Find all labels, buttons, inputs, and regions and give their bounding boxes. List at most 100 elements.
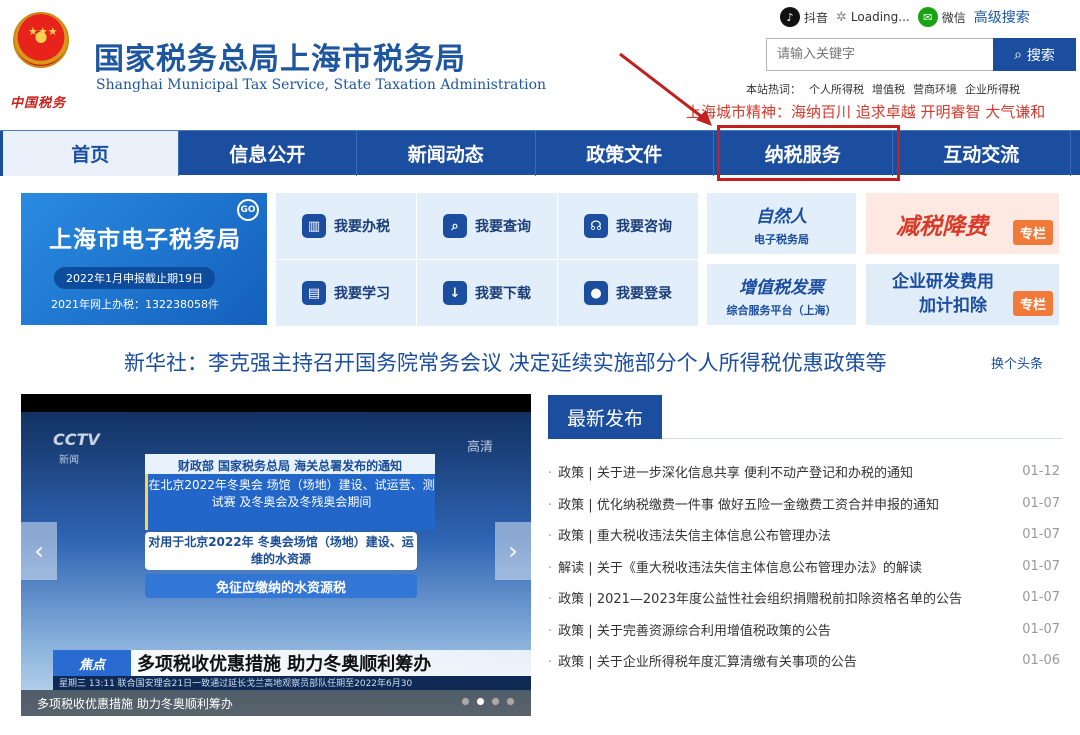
item-date: 01-07 xyxy=(1022,495,1060,511)
douyin-link[interactable]: ♪ 抖音 xyxy=(780,7,828,27)
nav-interaction[interactable]: 互动交流 xyxy=(893,131,1071,176)
list-item[interactable]: · 政策 | 重大税收违法失信主体信息公布管理办法 01-07 xyxy=(548,519,1060,551)
carousel-dot[interactable] xyxy=(461,697,470,706)
hotword-link[interactable]: 个人所得税 xyxy=(809,81,864,97)
latest-releases-tab[interactable]: 最新发布 xyxy=(548,395,662,439)
service-learn[interactable]: ▤ 我要学习 xyxy=(276,260,416,326)
annotation-arrow-icon xyxy=(619,52,712,126)
list-item[interactable]: · 政策 | 关于企业所得税年度汇算清缴有关事项的公告 01-06 xyxy=(548,645,1060,677)
service-login[interactable]: ● 我要登录 xyxy=(558,260,698,326)
city-spirit-text: 上海城市精神：海纳百川 追求卓越 开明睿智 大气谦和 xyxy=(686,103,1046,121)
promo-line: 企业研发费用 xyxy=(892,272,994,292)
hotword-link[interactable]: 增值税 xyxy=(872,81,905,97)
page: ★★★ 中国税务 国家税务总局上海市税务局 Shanghai Municipal… xyxy=(0,0,1080,735)
list-item[interactable]: · 解读 | 关于《重大税收违法失信主体信息公布管理办法》的解读 01-07 xyxy=(548,551,1060,583)
promo-line: 加计扣除 xyxy=(919,296,987,316)
carousel-prev-button[interactable]: ‹ xyxy=(21,522,57,580)
promo-title: 自然人 xyxy=(756,207,807,227)
carousel-top-bar xyxy=(21,394,531,412)
book-icon: ▤ xyxy=(302,281,326,305)
hd-tag: 高清 xyxy=(466,440,493,455)
item-date: 01-12 xyxy=(1022,464,1060,480)
nav-info-disclosure[interactable]: 信息公开 xyxy=(179,131,357,176)
promo-subtitle: 综合服务平台（上海） xyxy=(726,304,837,317)
item-title: · 解读 | 关于《重大税收违法失信主体信息公布管理办法》的解读 xyxy=(548,560,922,576)
stars-icon: ★★★ xyxy=(28,25,58,38)
etax-bureau-card[interactable]: GO 上海市电子税务局 2022年1月申报截止期19日 2021年网上办税：13… xyxy=(21,193,267,325)
top-links: ♪ 抖音 ✲ Loading... ✉ 微信 高级搜索 xyxy=(780,7,1030,27)
spinner-icon: ✲ xyxy=(836,9,847,25)
item-title: · 政策 | 关于完善资源综合利用增值税政策的公告 xyxy=(548,623,831,639)
list-item[interactable]: · 政策 | 关于完善资源综合利用增值税政策的公告 01-07 xyxy=(548,614,1060,646)
user-icon: ● xyxy=(584,281,608,305)
national-emblem-icon xyxy=(13,12,69,68)
advanced-search-link[interactable]: 高级搜索 xyxy=(974,7,1030,27)
tax-service-highlight-box xyxy=(717,125,900,181)
slide-box: 对用于北京2022年 冬奥会场馆（场地）建设、运维的水资源 xyxy=(145,532,417,570)
nav-home[interactable]: 首页 xyxy=(0,131,179,176)
item-title: · 政策 | 2021—2023年度公益性社会组织捐赠税前扣除资格名单的公告 xyxy=(548,592,962,608)
emblem-logo[interactable]: ★★★ 中国税务 xyxy=(8,12,74,111)
item-date: 01-07 xyxy=(1022,527,1060,543)
search-button[interactable]: ⌕ 搜索 xyxy=(993,38,1076,71)
carousel-dot[interactable] xyxy=(506,697,515,706)
service-consult[interactable]: ☊ 我要咨询 xyxy=(558,193,698,259)
go-icon: GO xyxy=(237,199,259,221)
nav-policy-docs[interactable]: 政策文件 xyxy=(536,131,714,176)
item-title: · 政策 | 优化纳税缴费一件事 做好五险一金缴费工资合并申报的通知 xyxy=(548,497,939,513)
loading-indicator: ✲ Loading... xyxy=(836,10,910,25)
headset-icon: ☊ xyxy=(584,214,608,238)
news-ticker: 星期三 13:11 联合国安理会21日一致通过延长戈兰高地观察员部队任期至202… xyxy=(53,676,531,690)
list-item[interactable]: · 政策 | 关于进一步深化信息共享 便利不动产登记和办税的通知 01-12 xyxy=(548,456,1060,488)
vat-invoice-platform-link[interactable]: 增值税发票 综合服务平台（上海） xyxy=(707,264,856,325)
douyin-label: 抖音 xyxy=(804,10,829,25)
item-date: 01-07 xyxy=(1022,590,1060,606)
news-carousel[interactable]: CCTV 新闻 高清 财政部 国家税务总局 海关总署发布的通知 在北京2022年… xyxy=(21,394,531,716)
latest-releases-header: 最新发布 xyxy=(548,395,1062,439)
service-download[interactable]: ↓ 我要下载 xyxy=(417,260,557,326)
nav-news[interactable]: 新闻动态 xyxy=(357,131,536,176)
service-label: 我要登录 xyxy=(616,286,672,302)
carousel-dots xyxy=(461,697,515,706)
natural-person-etax-link[interactable]: 自然人 电子税务局 xyxy=(707,193,856,254)
hotwords-label: 本站热词： xyxy=(746,83,801,96)
hotword-link[interactable]: 企业所得税 xyxy=(965,81,1020,97)
site-title[interactable]: 国家税务总局上海市税务局 xyxy=(94,34,466,78)
switch-headline-button[interactable]: 换个头条 xyxy=(991,353,1043,372)
service-query[interactable]: ⌕ 我要查询 xyxy=(417,193,557,259)
carousel-dot[interactable] xyxy=(476,697,485,706)
promo-title: 增值税发票 xyxy=(739,278,824,298)
service-label: 我要咨询 xyxy=(616,219,672,235)
hotwords: 本站热词： 个人所得税 增值税 营商环境 企业所得税 xyxy=(746,81,1020,97)
carousel-next-button[interactable]: › xyxy=(495,522,531,580)
loading-label: Loading... xyxy=(850,10,910,24)
wechat-link[interactable]: ✉ 微信 xyxy=(917,7,966,27)
slide-headline: 财政部 国家税务总局 海关总署发布的通知 xyxy=(145,454,435,476)
service-grid: ▥ 我要办税 ⌕ 我要查询 ☊ 我要咨询 ▤ 我要学习 ↓ 我要下载 ● 我要登… xyxy=(276,193,698,326)
promo-title: 企业研发费用 加计扣除 xyxy=(892,270,994,318)
building-icon: ▥ xyxy=(302,214,326,238)
column-tag: 专栏 xyxy=(1012,291,1053,316)
search-button-label: 搜索 xyxy=(1026,47,1055,64)
search-input[interactable] xyxy=(766,38,993,71)
wechat-icon: ✉ xyxy=(917,7,938,27)
site-subtitle: Shanghai Municipal Tax Service, State Ta… xyxy=(96,77,547,93)
rd-deduction-column-link[interactable]: 企业研发费用 加计扣除 专栏 xyxy=(866,264,1059,325)
carousel-dot[interactable] xyxy=(491,697,500,706)
etax-deadline: 2022年1月申报截止期19日 xyxy=(54,267,215,289)
promo-subtitle: 电子税务局 xyxy=(754,233,809,246)
service-do-tax[interactable]: ▥ 我要办税 xyxy=(276,193,416,259)
service-label: 我要查询 xyxy=(475,219,531,235)
cctv-sub: 新闻 xyxy=(59,455,79,466)
tax-reduction-column-link[interactable]: 减税降费 专栏 xyxy=(866,193,1059,254)
top-headline-link[interactable]: 新华社：李克强主持召开国务院常务会议 决定延续实施部分个人所得税优惠政策等 xyxy=(124,347,887,377)
list-item[interactable]: · 政策 | 优化纳税缴费一件事 做好五险一金缴费工资合并申报的通知 01-07 xyxy=(548,488,1060,520)
hotword-link[interactable]: 营商环境 xyxy=(913,81,957,97)
download-icon: ↓ xyxy=(443,281,467,305)
item-date: 01-06 xyxy=(1022,653,1060,669)
column-tag: 专栏 xyxy=(1012,220,1053,245)
list-item[interactable]: · 政策 | 2021—2023年度公益性社会组织捐赠税前扣除资格名单的公告 01… xyxy=(548,582,1060,614)
slide-box: 免征应缴纳的水资源税 xyxy=(145,574,417,598)
wechat-label: 微信 xyxy=(941,10,966,25)
news-tag: 焦点 xyxy=(53,650,131,676)
